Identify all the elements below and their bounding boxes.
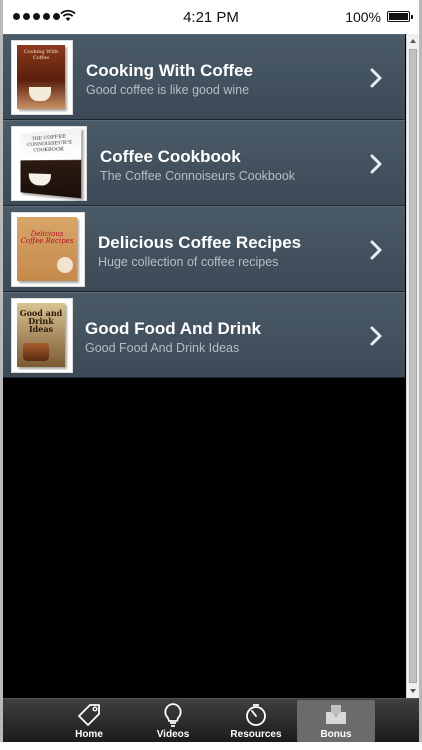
tab-label: Resources [230,729,282,740]
book-cover-image: Cooking With Coffee [17,45,65,109]
bottom-frame [0,742,422,750]
book-cover-thumbnail: THE COFFEE CONNOISSEUR'S COOKBOOK [11,126,87,201]
book-cover-text: Delicious Coffee Recipes [20,230,74,245]
list-item-subtitle: Good Food And Drink Ideas [85,341,240,355]
list-item-coffee-cookbook[interactable]: THE COFFEE CONNOISSEUR'S COOKBOOK Coffee… [3,120,405,206]
list-item-title: Good Food And Drink [85,319,261,338]
list-item-subtitle: Huge collection of coffee recipes [98,255,279,269]
book-cover-thumbnail: Cooking With Coffee [11,40,73,115]
list-item-good-food-and-drink[interactable]: Good and Drink Ideas Good Food And Drink… [3,292,405,378]
stopwatch-icon [246,704,266,726]
inbox-icon [326,705,346,724]
tab-bar: Home Videos Resources Bonus [3,698,419,743]
list-item-subtitle: The Coffee Connoiseurs Cookbook [100,169,296,183]
scroll-down-arrow-icon[interactable] [407,684,419,698]
book-cover-text: Cooking With Coffee [23,49,59,61]
book-list: Cooking With Coffee Cooking With Coffee … [3,34,405,378]
tab-videos[interactable]: Videos [134,700,212,742]
tab-label: Videos [156,729,190,740]
list-item-delicious-coffee-recipes[interactable]: Delicious Coffee Recipes Delicious Coffe… [3,206,405,292]
tab-home[interactable]: Home [50,700,128,742]
list-item-title: Delicious Coffee Recipes [98,233,302,252]
tab-label: Home [75,729,103,740]
list-item-title: Cooking With Coffee [86,61,253,80]
battery-percentage: 100% [345,9,381,25]
chevron-right-icon [370,68,382,88]
book-cover-image: Good and Drink Ideas [17,303,65,367]
tag-icon [78,704,100,726]
content-area: Cooking With Coffee Cooking With Coffee … [3,34,419,698]
list-item-title: Coffee Cookbook [100,147,241,166]
tab-resources[interactable]: Resources [217,700,295,742]
chevron-right-icon [370,326,382,346]
chevron-right-icon [370,240,382,260]
list-item-subtitle: Good coffee is like good wine [86,83,250,97]
book-cover-text: THE COFFEE CONNOISSEUR'S COOKBOOK [27,133,72,154]
tab-label: Bonus [320,729,352,740]
book-cover-image: THE COFFEE CONNOISSEUR'S COOKBOOK [20,127,82,199]
book-cover-thumbnail: Delicious Coffee Recipes [11,212,85,287]
tab-bonus[interactable]: Bonus [297,700,375,742]
book-cover-image: Delicious Coffee Recipes [17,217,77,281]
chevron-right-icon [370,154,382,174]
book-cover-text: Good and Drink Ideas [19,308,63,334]
scrollbar-thumb[interactable] [409,49,417,683]
scroll-up-arrow-icon[interactable] [407,34,419,48]
vertical-scrollbar[interactable] [406,34,419,698]
book-cover-thumbnail: Good and Drink Ideas [11,298,73,373]
battery-icon [387,11,413,22]
lightbulb-icon [164,703,182,727]
status-bar: 4:21 PM 100% [3,0,419,34]
list-item-cooking-with-coffee[interactable]: Cooking With Coffee Cooking With Coffee … [3,34,405,120]
